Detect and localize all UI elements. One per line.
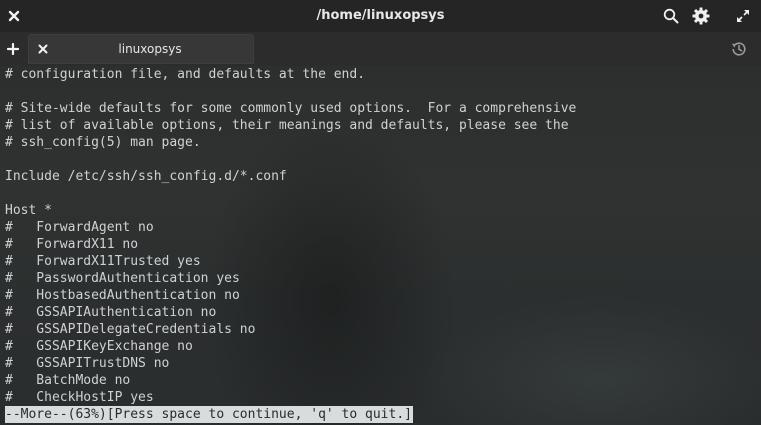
terminal-line: # GSSAPITrustDNS no bbox=[5, 356, 170, 371]
pager-prompt: --More--(63%)[Press space to continue, '… bbox=[5, 406, 413, 423]
terminal-line: # GSSAPIDelegateCredentials no bbox=[5, 322, 256, 337]
gear-icon bbox=[692, 7, 710, 25]
terminal-line: # PasswordAuthentication yes bbox=[5, 271, 240, 286]
new-tab-button[interactable] bbox=[0, 32, 26, 66]
terminal-line: # ForwardAgent no bbox=[5, 220, 154, 235]
terminal-line: # CheckHostIP yes bbox=[5, 390, 154, 405]
search-icon bbox=[663, 8, 679, 24]
terminal-line: # ssh_config(5) man page. bbox=[5, 135, 201, 150]
maximize-icon bbox=[736, 9, 750, 23]
close-tab-button[interactable] bbox=[36, 42, 50, 56]
plus-icon bbox=[7, 43, 19, 55]
terminal-line: # Site-wide defaults for some commonly u… bbox=[5, 101, 577, 116]
maximize-button[interactable] bbox=[729, 0, 757, 32]
terminal-line: # ForwardX11 no bbox=[5, 237, 139, 252]
window-title: /home/linuxopsys bbox=[316, 8, 445, 23]
settings-button[interactable] bbox=[687, 0, 715, 32]
terminal-output[interactable]: # configuration file, and defaults at th… bbox=[5, 66, 755, 425]
terminal-line: # list of available options, their meani… bbox=[5, 118, 569, 133]
terminal-line: # HostbasedAuthentication no bbox=[5, 288, 240, 303]
tab-label: linuxopsys bbox=[118, 42, 182, 56]
closed-tabs-history-button[interactable] bbox=[728, 38, 750, 60]
terminal-line: # BatchMode no bbox=[5, 373, 131, 388]
titlebar: /home/linuxopsys bbox=[0, 0, 761, 32]
history-icon bbox=[730, 40, 748, 58]
search-button[interactable] bbox=[657, 0, 685, 32]
terminal-window: /home/linuxopsys linuxopsys # configurat… bbox=[0, 0, 761, 425]
terminal-line: # GSSAPIAuthentication no bbox=[5, 305, 217, 320]
terminal-line: Include /etc/ssh/ssh_config.d/*.conf bbox=[5, 169, 287, 184]
terminal-line: # GSSAPIKeyExchange no bbox=[5, 339, 193, 354]
tab-linuxopsys[interactable]: linuxopsys bbox=[28, 34, 254, 64]
terminal-line: # configuration file, and defaults at th… bbox=[5, 67, 366, 82]
tab-bar: linuxopsys bbox=[0, 32, 761, 66]
terminal-line: Host * bbox=[5, 203, 52, 218]
close-icon bbox=[38, 44, 48, 54]
terminal-line: # ForwardX11Trusted yes bbox=[5, 254, 201, 269]
